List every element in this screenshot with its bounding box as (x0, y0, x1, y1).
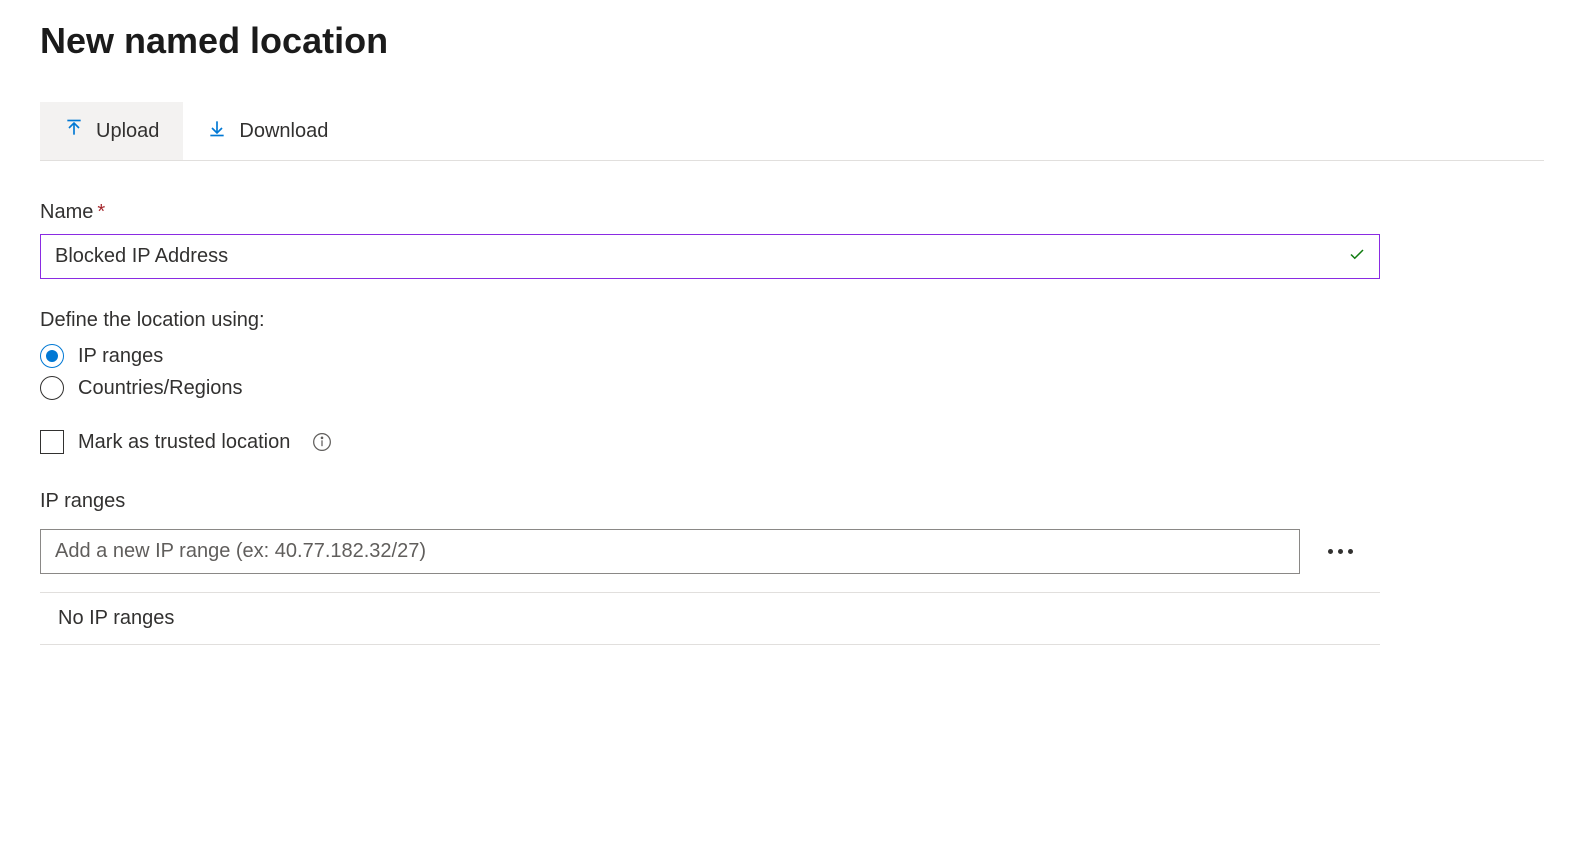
ip-ranges-empty-message: No IP ranges (40, 593, 1380, 645)
download-button[interactable]: Download (183, 102, 352, 160)
name-input-wrapper (40, 234, 1380, 279)
name-label-text: Name (40, 201, 93, 223)
radio-icon-unchecked (40, 376, 64, 400)
trusted-checkbox[interactable] (40, 430, 64, 454)
define-heading: Define the location using: (40, 309, 1380, 332)
more-options-icon[interactable] (1320, 541, 1361, 562)
trusted-label: Mark as trusted location (78, 431, 290, 454)
upload-label: Upload (96, 120, 159, 143)
upload-button[interactable]: Upload (40, 102, 183, 160)
radio-icon-checked (40, 344, 64, 368)
radio-countries-label: Countries/Regions (78, 377, 243, 400)
name-field-label: Name* (40, 201, 1380, 224)
ip-input-row (40, 529, 1380, 593)
toolbar: Upload Download (40, 102, 1544, 161)
upload-icon (64, 118, 84, 144)
page-title: New named location (40, 20, 1544, 62)
radio-countries[interactable]: Countries/Regions (40, 376, 1380, 400)
name-input[interactable] (40, 234, 1380, 279)
checkmark-icon (1348, 245, 1366, 268)
ip-ranges-heading: IP ranges (40, 490, 1380, 513)
form-section: Name* Define the location using: IP rang… (40, 201, 1380, 645)
required-star: * (97, 201, 105, 223)
download-label: Download (239, 120, 328, 143)
define-radio-group: Define the location using: IP ranges Cou… (40, 309, 1380, 400)
ip-range-input[interactable] (40, 529, 1300, 574)
radio-ip-ranges-label: IP ranges (78, 345, 163, 368)
info-icon[interactable] (312, 432, 332, 452)
trusted-checkbox-row: Mark as trusted location (40, 430, 1380, 454)
download-icon (207, 118, 227, 144)
radio-ip-ranges[interactable]: IP ranges (40, 344, 1380, 368)
